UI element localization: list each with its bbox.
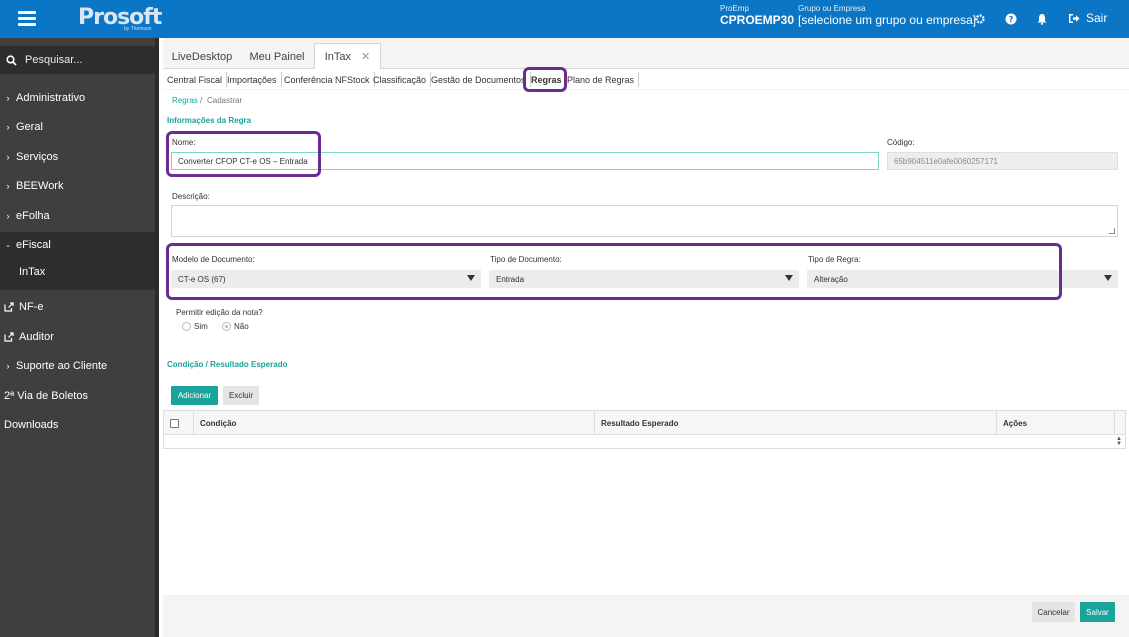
nome-input[interactable] <box>171 152 879 170</box>
sidebar-item-servicos[interactable]: › Serviços <box>0 146 155 168</box>
resize-handle-icon[interactable] <box>1109 228 1115 234</box>
proemp-label: ProEmp <box>720 4 749 13</box>
dropdown-arrow-icon <box>1104 275 1112 281</box>
descricao-label: Descrição: <box>172 192 210 201</box>
proemp-value[interactable]: CPROEMP30 <box>720 13 794 27</box>
save-button[interactable]: Salvar <box>1080 602 1115 622</box>
sidebar-item-geral[interactable]: › Geral <box>0 116 155 138</box>
cancel-button[interactable]: Cancelar <box>1032 602 1075 622</box>
subtab-importacoes[interactable]: Importações <box>227 72 282 87</box>
gear-icon[interactable] <box>972 11 988 27</box>
tipo-documento-select[interactable]: Entrada <box>489 270 799 288</box>
column-condicao[interactable]: Condição <box>194 411 595 435</box>
sidebar-item-downloads[interactable]: Downloads <box>0 414 155 436</box>
chevron-down-icon: ⌄ <box>5 242 11 249</box>
radio-option-nao[interactable]: Não <box>222 322 249 331</box>
subtab-conferencia-nfstock[interactable]: Conferência NFStock <box>284 72 375 87</box>
logo-subtitle: by Thomson <box>124 26 152 32</box>
group-label: Grupo ou Empresa <box>798 4 866 13</box>
sidebar-item-boletos[interactable]: 2ª Via de Boletos <box>0 385 155 407</box>
external-link-icon <box>4 302 14 312</box>
breadcrumb-separator: / <box>200 96 203 105</box>
radio-sim[interactable] <box>182 322 191 331</box>
modelo-label: Modelo de Documento: <box>172 255 255 264</box>
section-title-conditions: Condição / Resultado Esperado <box>167 360 288 369</box>
dropdown-arrow-icon <box>467 275 475 281</box>
codigo-label: Código: <box>887 138 915 147</box>
sidebar-item-efiscal[interactable]: ⌄ eFiscal <box>0 234 155 256</box>
logout-icon <box>1069 13 1080 23</box>
sidebar-item-auditor[interactable]: Auditor <box>0 326 155 348</box>
tipo-regra-label: Tipo de Regra: <box>808 255 861 264</box>
sidebar-search[interactable] <box>0 46 155 74</box>
form-content: Regras / Cadastrar Informações da Regra … <box>163 90 1129 595</box>
permitir-edicao-label: Permitir edição da nota? <box>176 308 263 317</box>
chevron-right-icon: › <box>6 181 10 191</box>
module-subnav: Central Fiscal Importações Conferência N… <box>163 69 1129 89</box>
search-input[interactable] <box>25 54 135 66</box>
chevron-right-icon: › <box>6 211 10 221</box>
tab-meu-painel[interactable]: Meu Painel <box>245 44 309 69</box>
sidebar-item-nfe[interactable]: NF-e <box>0 296 155 318</box>
table-header: Condição Resultado Esperado Ações <box>164 411 1125 435</box>
select-all-cell <box>164 411 194 435</box>
conditions-table: Condição Resultado Esperado Ações ▲ ▼ <box>163 410 1126 449</box>
subtab-gestao-documentos[interactable]: Gestão de Documentos <box>431 72 531 87</box>
descricao-textarea[interactable] <box>171 205 1118 237</box>
sidebar-item-administrativo[interactable]: › Administrativo <box>0 87 155 109</box>
tab-intax[interactable]: InTax ✕ <box>314 43 381 70</box>
subtab-central-fiscal[interactable]: Central Fiscal <box>167 72 228 87</box>
column-resultado-esperado[interactable]: Resultado Esperado <box>595 411 997 435</box>
top-bar: Prosoft by Thomson ProEmp CPROEMP30 Grup… <box>0 0 1129 38</box>
logout-button[interactable]: Sair <box>1068 11 1107 25</box>
sidebar-scrollbar[interactable] <box>155 38 159 637</box>
subtab-plano-de-regras[interactable]: Plano de Regras <box>567 72 640 87</box>
section-title-info: Informações da Regra <box>167 116 252 125</box>
tipo-regra-select[interactable]: Alteração <box>807 270 1118 288</box>
breadcrumb-current: Cadastrar <box>207 96 243 105</box>
chevron-right-icon: › <box>6 152 10 162</box>
delete-condition-button[interactable]: Excluir <box>223 386 259 405</box>
help-icon[interactable]: ? <box>1003 11 1019 27</box>
codigo-field <box>887 152 1118 170</box>
radio-option-sim[interactable]: Sim <box>182 322 208 331</box>
sidebar-item-efolha[interactable]: › eFolha <box>0 205 155 227</box>
sidebar-item-suporte[interactable]: › Suporte ao Cliente <box>0 355 155 377</box>
radio-nao[interactable] <box>222 322 231 331</box>
column-acoes[interactable]: Ações <box>997 411 1115 435</box>
tab-bar: LiveDesktop Meu Painel InTax ✕ <box>163 38 1129 70</box>
dropdown-arrow-icon <box>785 275 793 281</box>
logout-label: Sair <box>1086 11 1108 25</box>
tipo-documento-label: Tipo de Documento: <box>490 255 562 264</box>
chevron-right-icon: › <box>6 361 10 371</box>
add-condition-button[interactable]: Adicionar <box>171 386 218 405</box>
scroll-arrows-icon[interactable]: ▲ ▼ <box>1116 436 1122 447</box>
external-link-icon <box>4 332 14 342</box>
modelo-select[interactable]: CT-e OS (67) <box>171 270 481 288</box>
tab-livedesktop[interactable]: LiveDesktop <box>171 44 233 69</box>
sidebar-item-intax[interactable]: InTax <box>0 261 155 283</box>
chevron-right-icon: › <box>6 93 10 103</box>
sidebar: ›Administrativo ›Geral ›Serviços ›BEEWor… <box>0 38 155 637</box>
subtab-regras[interactable]: Regras <box>531 72 567 87</box>
main-area: LiveDesktop Meu Painel InTax ✕ Central F… <box>163 38 1129 637</box>
hamburger-menu-icon[interactable] <box>18 11 36 27</box>
form-footer: Cancelar Salvar <box>163 595 1129 637</box>
chevron-right-icon: › <box>6 122 10 132</box>
bell-icon[interactable] <box>1034 11 1050 27</box>
subtab-classificacao[interactable]: Classificação <box>373 72 432 87</box>
close-icon[interactable]: ✕ <box>361 50 370 63</box>
nome-label: Nome: <box>172 138 196 147</box>
breadcrumb-link-regras[interactable]: Regras <box>172 96 198 105</box>
svg-text:?: ? <box>1009 15 1014 24</box>
sidebar-item-beework[interactable]: › BEEWork <box>0 175 155 197</box>
search-icon <box>6 54 17 66</box>
group-selector[interactable]: [selecione um grupo ou empresa] <box>798 13 976 27</box>
select-all-checkbox[interactable] <box>170 418 179 428</box>
